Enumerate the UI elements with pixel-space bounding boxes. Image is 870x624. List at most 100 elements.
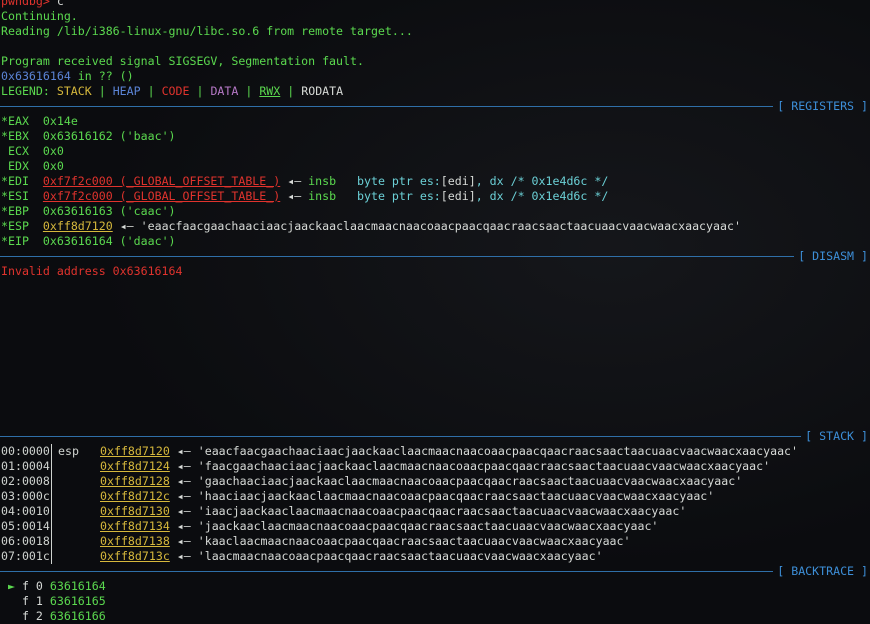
stack-divider xyxy=(51,504,58,519)
stack-address[interactable]: 0xff8d7128 xyxy=(100,474,170,489)
register-value: 0x0 xyxy=(42,159,64,173)
stack-register xyxy=(58,504,100,519)
register-eax: *EAX 0x14e xyxy=(0,114,870,129)
register-address[interactable]: 0xff8d7120 xyxy=(43,219,113,233)
separator-rule xyxy=(0,106,774,107)
legend-data: DATA xyxy=(210,84,239,98)
terminal-output[interactable]: pwndbg> c Continuing. Reading /lib/i386-… xyxy=(0,0,870,624)
legend-code: CODE xyxy=(161,84,190,98)
stack-row: 06:0018 0xff8d7138 ◂— 'kaaclaacmaacnaacoa… xyxy=(0,534,870,549)
message-line: Reading /lib/i386-linux-gnu/libc.so.6 fr… xyxy=(1,24,413,38)
stack-address[interactable]: 0xff8d713c xyxy=(100,549,170,564)
instruction-operands: byte ptr es: xyxy=(357,174,441,188)
register-mark: * xyxy=(1,219,8,233)
deref-arrow: ◂— xyxy=(169,489,198,503)
stack-string: 'iaacjaackaaclaacmaacnaacoaacpaacqaacraa… xyxy=(197,504,687,518)
stack-address[interactable]: 0xff8d7124 xyxy=(100,459,170,474)
register-name: EIP xyxy=(7,234,29,248)
deref-arrow: ◂— xyxy=(169,549,198,563)
prompt-command: c xyxy=(56,0,64,8)
stack-address[interactable]: 0xff8d7138 xyxy=(100,534,170,549)
deref-arrow: ◂— xyxy=(169,444,198,458)
register-mark xyxy=(1,144,8,158)
register-mark: * xyxy=(1,174,8,188)
separator-rule xyxy=(0,571,774,572)
pc-line: 0x63616164 in ?? () xyxy=(0,69,870,84)
deref-arrow: ◂— xyxy=(169,519,198,533)
stack-string: 'eaacfaacgaachaaciaacjaackaaclaacmaacnaa… xyxy=(197,444,799,458)
stack-row: 00:0000 esp 0xff8d7120 ◂— 'eaacfaacgaachaa… xyxy=(0,444,870,459)
stack-register xyxy=(58,534,100,549)
stack-address[interactable]: 0xff8d7130 xyxy=(100,504,170,519)
stack-register: esp xyxy=(58,444,79,458)
stack-address[interactable]: 0xff8d7120 xyxy=(100,444,170,459)
register-name: EBP xyxy=(7,204,29,218)
registers-separator: [ REGISTERS ] xyxy=(0,99,870,114)
backtrace-frame: f 1 63616165 xyxy=(0,594,870,609)
register-address[interactable]: 0xf7f2c000 (_GLOBAL_OFFSET_TABLE_) xyxy=(43,189,280,203)
register-name: EBX xyxy=(7,129,29,143)
stack-separator: [ STACK ] xyxy=(0,429,870,444)
instruction-comment: /* 0x1e4d6c */ xyxy=(510,189,609,203)
register-string: 'eaacfaacgaachaaciaacjaackaaclaacmaacnaa… xyxy=(140,219,741,233)
stack-heading: [ STACK ] xyxy=(805,429,868,443)
stack-divider xyxy=(51,489,58,504)
register-value: 0x63616164 ('daac') xyxy=(42,234,176,248)
legend-sep: | xyxy=(238,84,260,98)
disasm-empty-area xyxy=(0,279,870,429)
frame-address: 63616166 xyxy=(49,609,106,623)
stack-address[interactable]: 0xff8d712c xyxy=(100,489,170,504)
separator-rule xyxy=(0,256,795,257)
stack-string: 'kaaclaacmaacnaacoaacpaacqaacraacsaactaa… xyxy=(197,534,631,548)
pc-rest: in ?? () xyxy=(70,69,134,83)
legend-sep: | xyxy=(140,84,162,98)
deref-arrow: ◂— xyxy=(169,459,198,473)
current-frame-marker-icon: ► xyxy=(1,579,22,593)
backtrace-heading: [ BACKTRACE ] xyxy=(777,564,868,578)
register-address[interactable]: 0xf7f2c000 (_GLOBAL_OFFSET_TABLE_) xyxy=(43,174,280,188)
register-ecx: ECX 0x0 xyxy=(0,144,870,159)
stack-offset: 07:001c xyxy=(1,549,50,563)
register-name: EDX xyxy=(7,159,29,173)
register-ebp: *EBP 0x63616163 ('caac') xyxy=(0,204,870,219)
stack-offset: 00:0000 xyxy=(1,444,50,458)
stack-row: 05:0014 0xff8d7134 ◂— 'jaackaaclaacmaacna… xyxy=(0,519,870,534)
stack-offset: 06:0018 xyxy=(1,534,50,548)
stack-divider xyxy=(51,459,58,474)
deref-arrow: ◂— xyxy=(280,174,309,188)
instruction-operand-reg: [edi] xyxy=(440,174,476,188)
prompt-line: pwndbg> c xyxy=(0,0,870,9)
legend-stack: STACK xyxy=(56,84,92,98)
frame-label: f 1 xyxy=(21,594,50,608)
register-mark: * xyxy=(1,204,8,218)
message-line: Continuing. xyxy=(1,9,78,23)
frame-label: f 2 xyxy=(21,609,50,623)
stack-row: 04:0010 0xff8d7130 ◂— 'iaacjaackaaclaacma… xyxy=(0,504,870,519)
backtrace-separator: [ BACKTRACE ] xyxy=(0,564,870,579)
disasm-error: Invalid address 0x63616164 xyxy=(1,264,183,278)
register-name: ESP xyxy=(7,219,29,233)
register-esi: *ESI 0xf7f2c000 (_GLOBAL_OFFSET_TABLE_) … xyxy=(0,189,870,204)
register-name: ECX xyxy=(7,144,29,158)
deref-arrow: ◂— xyxy=(280,189,309,203)
legend-sep: | xyxy=(91,84,113,98)
stack-row: 07:001c 0xff8d713c ◂— 'laacmaacnaacoaacpa… xyxy=(0,549,870,564)
stack-offset: 04:0010 xyxy=(1,504,50,518)
deref-arrow: ◂— xyxy=(112,219,141,233)
instruction-mnemonic: insb xyxy=(308,174,337,188)
stack-row: 01:0004 0xff8d7124 ◂— 'faacgaachaaciaacja… xyxy=(0,459,870,474)
stack-register xyxy=(58,549,100,564)
backtrace-frame: ► f 0 63616164 xyxy=(0,579,870,594)
stack-divider xyxy=(51,519,58,534)
register-name: EDI xyxy=(7,174,29,188)
register-ebx: *EBX 0x63616162 ('baac') xyxy=(0,129,870,144)
frame-label: f 0 xyxy=(21,579,50,593)
register-edi: *EDI 0xf7f2c000 (_GLOBAL_OFFSET_TABLE_) … xyxy=(0,174,870,189)
stack-address[interactable]: 0xff8d7134 xyxy=(100,519,170,534)
register-edx: EDX 0x0 xyxy=(0,159,870,174)
message-line xyxy=(0,39,870,54)
instruction-operands: , dx xyxy=(475,189,511,203)
register-mark: * xyxy=(1,234,8,248)
instruction-operands: byte ptr es: xyxy=(357,189,441,203)
register-name: EAX xyxy=(7,114,29,128)
